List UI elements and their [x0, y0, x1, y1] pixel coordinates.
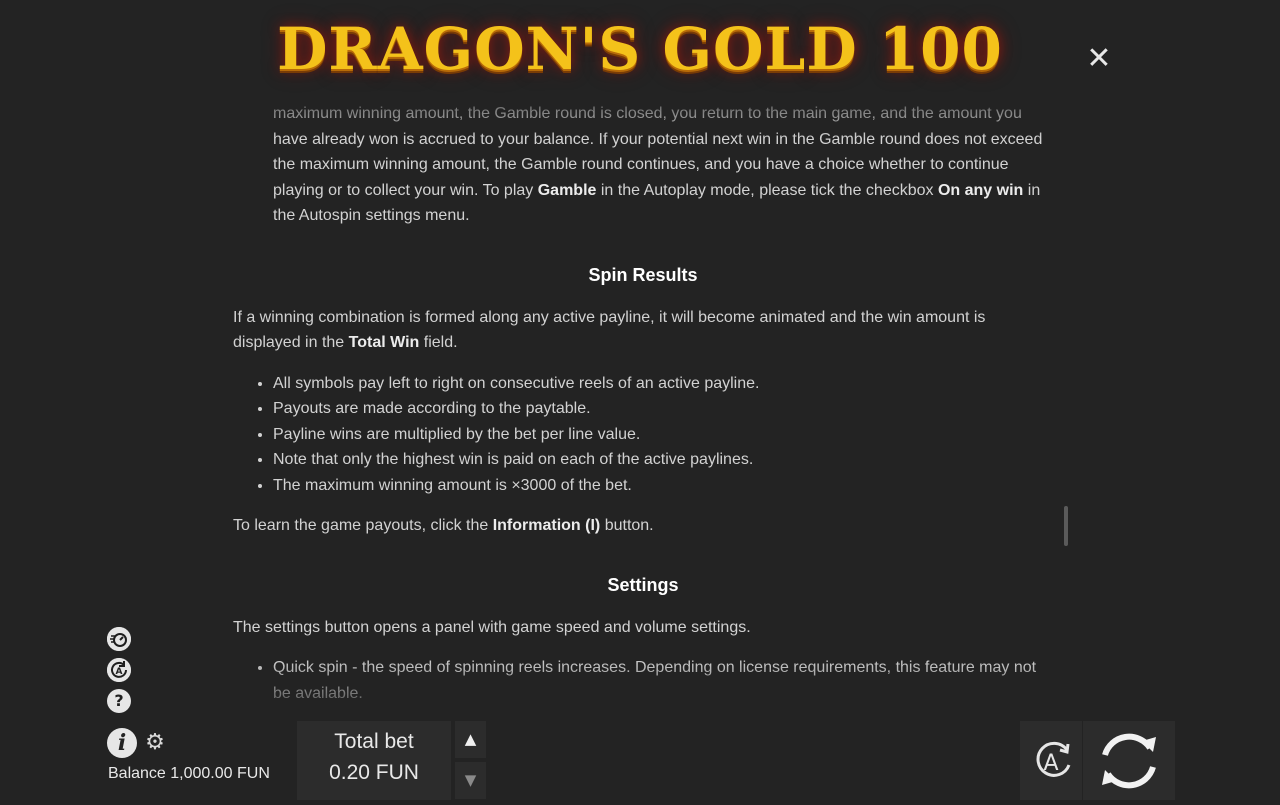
gamble-line-4-text: playing or to collect your win. To play	[273, 181, 538, 199]
side-menu: A ?	[107, 627, 135, 720]
autoplay-icon: A	[1036, 741, 1071, 777]
total-bet-panel[interactable]: Total bet 0.20 FUN	[297, 721, 451, 800]
info-icon[interactable]: i	[107, 728, 137, 758]
autoplay-label: A	[1043, 751, 1058, 776]
spin-results-heading: Spin Results	[588, 264, 698, 285]
total-bet-label: Total bet	[334, 730, 414, 753]
list-item: Quick spin - the speed of spinning reels…	[273, 655, 1053, 706]
bet-increase-button[interactable]: ▲	[455, 721, 486, 758]
arrow-up-icon: ▲	[464, 730, 477, 748]
spin-button[interactable]	[1083, 721, 1175, 800]
spin-icon	[1102, 733, 1156, 789]
learn-text-end: button.	[600, 517, 654, 534]
gamble-paragraph: maximum winning amount, the Gamble round…	[273, 101, 1053, 229]
gear-icon[interactable]: ⚙	[143, 731, 167, 755]
learn-text: To learn the game payouts, click the	[233, 517, 493, 534]
balance-display: Balance 1,000.00 FUN	[108, 765, 270, 782]
list-item: All symbols pay left to right on consecu…	[273, 371, 1053, 397]
quick-spin-line-1: Quick spin - the speed of spinning reels…	[273, 659, 1037, 676]
gamble-line-3: the maximum winning amount, the Gamble r…	[273, 156, 1009, 173]
spin-results-line-1: If a winning combination is formed along…	[233, 308, 986, 326]
rules-content[interactable]: maximum winning amount, the Gamble round…	[233, 98, 1053, 706]
information-bold: Information (I)	[492, 517, 601, 534]
settings-list: Quick spin - the speed of spinning reels…	[233, 655, 1053, 706]
svg-text:A: A	[116, 667, 123, 677]
list-item: Note that only the highest win is paid o…	[273, 447, 1053, 473]
list-item: Payline wins are multiplied by the bet p…	[273, 422, 1053, 448]
gamble-line-1: maximum winning amount, the Gamble round…	[273, 105, 1022, 122]
scrollbar-thumb[interactable]	[1064, 506, 1068, 546]
total-bet-value: 0.20 FUN	[329, 761, 419, 784]
autoplay-button[interactable]: A	[1020, 721, 1082, 800]
list-item: The maximum winning amount is ×3000 of t…	[273, 473, 1053, 499]
autoplay-settings-icon[interactable]: A	[107, 658, 131, 682]
learn-payouts-paragraph: To learn the game payouts, click the Inf…	[233, 513, 1053, 539]
bet-decrease-button[interactable]: ▼	[455, 762, 486, 799]
spin-results-list: All symbols pay left to right on consecu…	[233, 371, 1053, 499]
gamble-line-5: the Autospin settings menu.	[273, 207, 470, 224]
spin-results-line-2-end: field.	[419, 334, 458, 351]
gamble-line-4-text-3: in	[1023, 181, 1041, 199]
help-icon[interactable]: ?	[107, 689, 131, 713]
settings-heading: Settings	[607, 574, 679, 595]
close-icon: ✕	[1086, 41, 1112, 76]
quick-spin-line-2: be available.	[273, 684, 363, 702]
gamble-bold: Gamble	[537, 181, 597, 199]
gamble-line-2: have already won is accrued to your bala…	[273, 130, 1043, 148]
total-win-bold: Total Win	[348, 334, 420, 351]
spin-results-line-2: displayed in the	[233, 334, 349, 351]
list-item: Payouts are made according to the paytab…	[273, 396, 1053, 422]
quick-spin-icon[interactable]	[107, 627, 131, 651]
on-any-win-bold: On any win	[937, 181, 1024, 199]
gamble-line-4-text-2: in the Autoplay mode, please tick the ch…	[596, 181, 938, 199]
close-button[interactable]: ✕	[1084, 44, 1114, 74]
spin-results-paragraph: If a winning combination is formed along…	[233, 305, 1053, 356]
settings-paragraph: The settings button opens a panel with g…	[233, 618, 751, 636]
arrow-down-icon: ▼	[464, 771, 477, 789]
